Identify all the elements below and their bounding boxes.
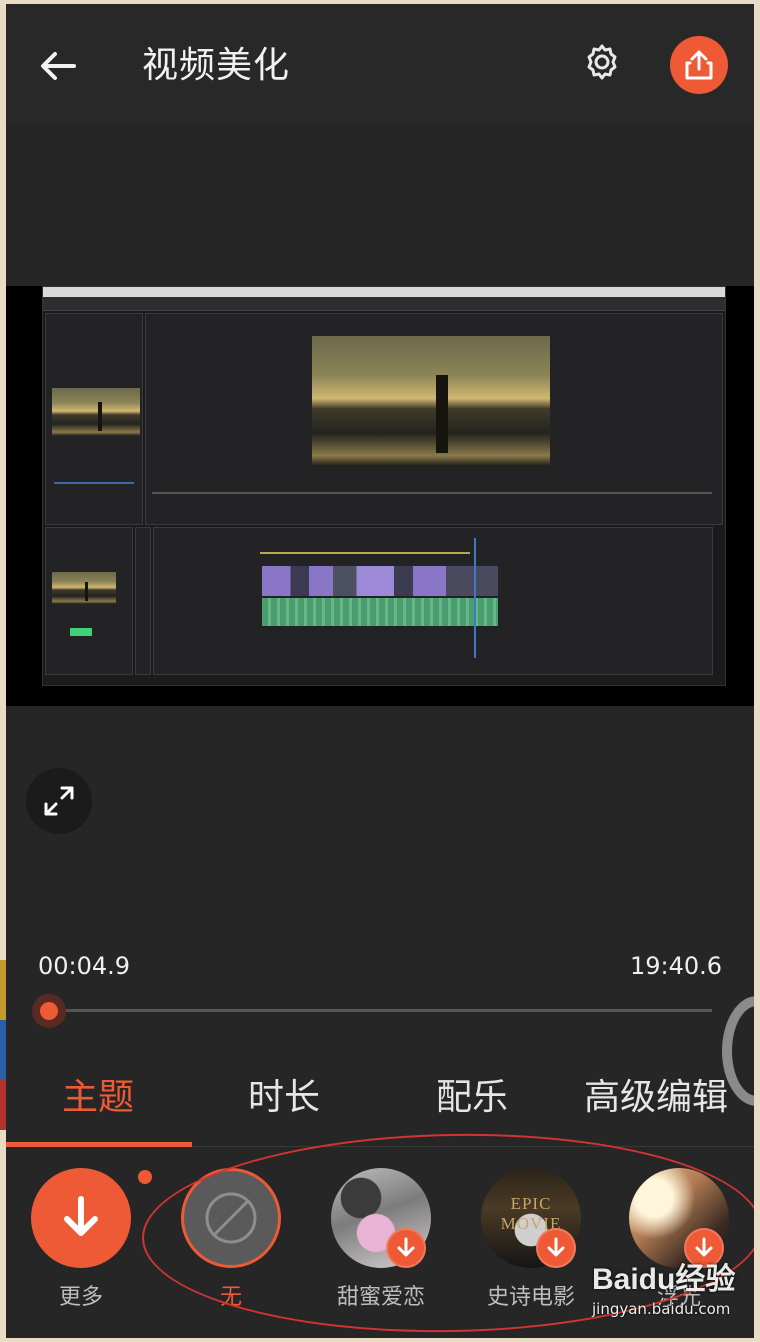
frame-project-panel bbox=[45, 527, 133, 675]
share-button[interactable] bbox=[670, 36, 728, 94]
video-preview[interactable] bbox=[6, 286, 754, 706]
frame-project-thumb bbox=[52, 572, 116, 604]
frame-work-area bbox=[260, 552, 470, 554]
frame-audio-clip bbox=[262, 598, 498, 626]
frame-scrubber bbox=[152, 492, 712, 494]
theme-thumb-text: EPIC MOVIE bbox=[500, 1194, 562, 1233]
download-badge[interactable] bbox=[386, 1228, 426, 1268]
frame-audio-icon bbox=[70, 628, 92, 636]
baidu-watermark: Baidu经验 bbox=[592, 1263, 736, 1296]
back-button[interactable] bbox=[34, 42, 82, 90]
progress-slider[interactable] bbox=[50, 1009, 712, 1012]
notification-dot bbox=[138, 1170, 152, 1184]
top-bar: 视频美化 bbox=[6, 4, 754, 124]
theme-sweet-love[interactable]: 甜蜜爱恋 bbox=[326, 1168, 436, 1318]
theme-label: 史诗电影 bbox=[486, 1285, 575, 1310]
theme-label: 甜蜜爱恋 bbox=[336, 1285, 425, 1310]
frame-toolbar bbox=[43, 297, 725, 311]
theme-label: 更多 bbox=[58, 1285, 103, 1310]
frame-source-panel bbox=[45, 313, 143, 525]
download-arrow-icon bbox=[64, 1196, 98, 1236]
download-badge[interactable] bbox=[536, 1228, 576, 1268]
arrow-left-icon bbox=[41, 52, 76, 80]
theme-epic-movie[interactable]: EPIC MOVIE 史诗电影 bbox=[476, 1168, 586, 1318]
share-upload-icon bbox=[685, 50, 713, 80]
theme-more[interactable]: 更多 bbox=[26, 1168, 152, 1318]
frame-scrubber bbox=[54, 482, 134, 484]
settings-button[interactable] bbox=[580, 40, 624, 84]
frame-main-image bbox=[312, 336, 550, 466]
theme-label: 无 bbox=[219, 1285, 242, 1310]
tab-active-indicator bbox=[6, 1142, 192, 1147]
fullscreen-button[interactable] bbox=[26, 768, 92, 834]
frame-timeline-panel bbox=[153, 527, 713, 675]
download-badge-icon bbox=[547, 1237, 565, 1257]
theme-thumbnail[interactable] bbox=[181, 1168, 281, 1268]
tab-theme[interactable]: 主题 bbox=[62, 1072, 134, 1124]
frame-tools-panel bbox=[135, 527, 151, 675]
download-badge-icon bbox=[397, 1237, 415, 1257]
frame-thumbnail bbox=[52, 388, 140, 436]
progress-thumb[interactable] bbox=[32, 994, 66, 1028]
total-time: 19:40.6 bbox=[629, 952, 722, 980]
frame-menubar bbox=[43, 287, 725, 297]
watermark-url: jingyan.baidu.com bbox=[592, 1300, 731, 1318]
tab-music[interactable]: 配乐 bbox=[436, 1072, 508, 1124]
gear-icon bbox=[587, 44, 617, 80]
tab-duration[interactable]: 时长 bbox=[248, 1072, 320, 1124]
no-symbol-icon bbox=[205, 1192, 257, 1244]
frame-program-panel bbox=[145, 313, 723, 525]
expand-arrows-icon bbox=[44, 786, 74, 816]
current-time: 00:04.9 bbox=[38, 952, 131, 980]
tab-advanced-edit[interactable]: 高级编辑 bbox=[584, 1072, 728, 1124]
app-screen: 视频美化 00:04.9 19:40.6 主题 时长 配乐 高级编辑 更多 无 … bbox=[6, 4, 754, 1338]
more-button[interactable] bbox=[31, 1168, 131, 1268]
theme-none[interactable]: 无 bbox=[176, 1168, 286, 1318]
frame-video-clip bbox=[262, 566, 498, 596]
video-frame bbox=[42, 286, 726, 686]
page-title: 视频美化 bbox=[142, 45, 291, 86]
frame-playhead bbox=[474, 538, 476, 658]
